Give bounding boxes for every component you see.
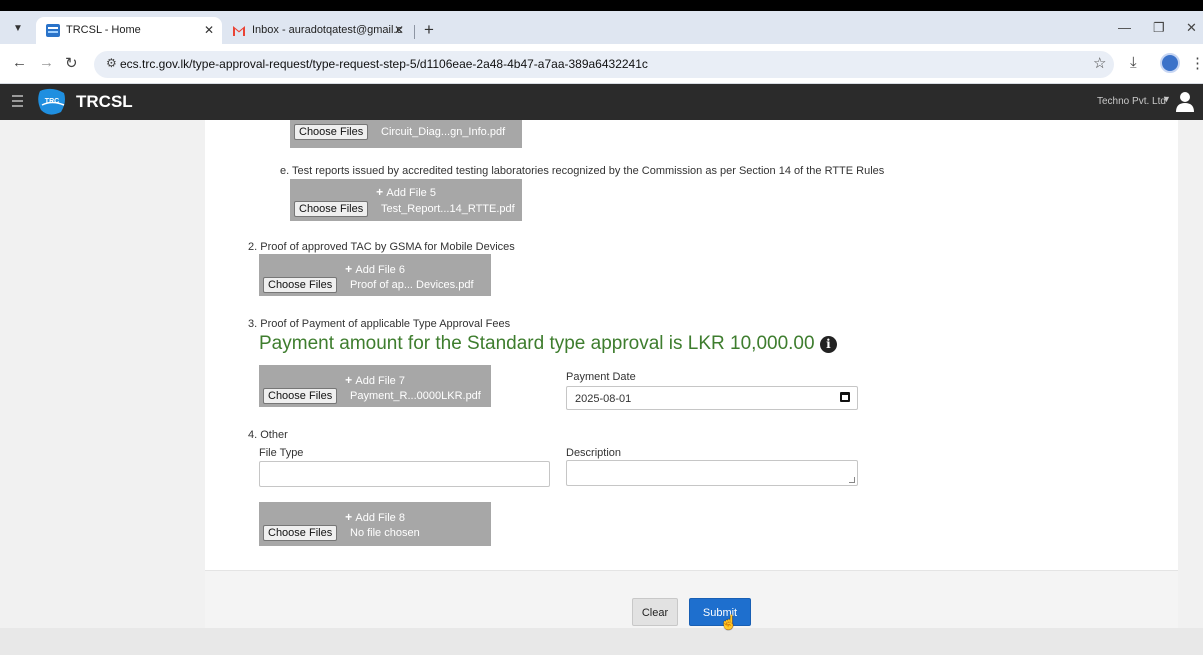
tab-trcsl-home[interactable]: TRCSL - Home ✕ bbox=[36, 17, 222, 44]
choose-files-button[interactable]: Choose Files bbox=[263, 277, 338, 293]
info-icon[interactable]: i bbox=[819, 336, 837, 353]
add-file-6[interactable]: + Add File 6 bbox=[259, 262, 491, 276]
sidebar bbox=[0, 120, 190, 655]
plus-icon: + bbox=[376, 185, 387, 199]
plus-icon: + bbox=[345, 262, 356, 276]
upload-box-4[interactable]: + Add File 8 Choose Files No file chosen bbox=[259, 502, 491, 546]
plus-icon: + bbox=[345, 510, 356, 524]
trcsl-favicon-icon bbox=[46, 24, 60, 37]
restore-icon[interactable]: ❐ bbox=[1153, 20, 1165, 36]
back-arrow-icon[interactable]: ← bbox=[12, 54, 27, 71]
payment-amount-text: Payment amount for the Standard type app… bbox=[259, 333, 837, 355]
label-item-2: 2. Proof of approved TAC by GSMA for Mob… bbox=[248, 241, 515, 253]
choose-files-button[interactable]: Choose Files bbox=[263, 388, 338, 404]
payment-date-label: Payment Date bbox=[566, 371, 636, 383]
description-textarea[interactable] bbox=[566, 460, 858, 486]
upload-box-d[interactable]: Choose Files Circuit_Diag...gn_Info.pdf bbox=[290, 120, 522, 148]
file-name-4: No file chosen bbox=[350, 527, 420, 539]
payment-date-value: 2025-08-01 bbox=[575, 393, 632, 405]
choose-files-button[interactable]: Choose Files bbox=[294, 201, 369, 217]
minimize-icon[interactable]: — bbox=[1118, 20, 1131, 35]
payment-amount-label: Payment amount for the Standard type app… bbox=[259, 333, 815, 354]
site-settings-icon[interactable]: ⚙ bbox=[106, 56, 117, 70]
download-icon[interactable]: ⤓ bbox=[1130, 54, 1137, 71]
bookmark-star-icon[interactable]: ☆ bbox=[1093, 54, 1106, 72]
add-file-label: Add File 6 bbox=[355, 264, 405, 276]
label-item-e: e. Test reports issued by accredited tes… bbox=[280, 165, 885, 177]
tab-separator bbox=[414, 25, 415, 39]
gmail-favicon-icon bbox=[233, 26, 245, 36]
upload-box-2[interactable]: + Add File 6 Choose Files Proof of ap...… bbox=[259, 254, 491, 296]
file-name-2: Proof of ap... Devices.pdf bbox=[350, 279, 474, 291]
caret-down-icon[interactable]: ▼ bbox=[1162, 94, 1171, 104]
tab-title: TRCSL - Home bbox=[66, 24, 141, 36]
browser-tab-strip: ▼ TRCSL - Home ✕ Inbox - auradotqatest@g… bbox=[0, 11, 1203, 44]
reload-icon[interactable]: ↻ bbox=[65, 54, 78, 72]
add-file-label: Add File 7 bbox=[355, 375, 405, 387]
trcsl-logo-icon: TRC bbox=[38, 88, 65, 115]
top-black-bar bbox=[0, 0, 1203, 11]
page-bottom bbox=[0, 628, 1203, 655]
add-file-5[interactable]: + Add File 5 bbox=[290, 185, 522, 199]
tab-close-icon[interactable]: ✕ bbox=[204, 17, 214, 44]
add-file-8[interactable]: + Add File 8 bbox=[259, 510, 491, 524]
description-label: Description bbox=[566, 447, 622, 459]
close-window-icon[interactable]: ✕ bbox=[1186, 20, 1197, 36]
file-type-input[interactable] bbox=[259, 461, 550, 487]
user-icon[interactable] bbox=[1175, 91, 1195, 113]
form-actions: Clear Submit bbox=[205, 570, 1178, 628]
label-item-3: 3. Proof of Payment of applicable Type A… bbox=[248, 318, 511, 330]
url-text: ecs.trc.gov.lk/type-approval-request/typ… bbox=[120, 57, 648, 71]
resize-grip-icon[interactable] bbox=[849, 477, 855, 483]
clear-button[interactable]: Clear bbox=[632, 598, 678, 626]
calendar-icon[interactable] bbox=[840, 392, 850, 402]
plus-icon: + bbox=[345, 373, 356, 387]
company-name[interactable]: Techno Pvt. Ltd bbox=[1097, 96, 1166, 107]
profile-avatar[interactable] bbox=[1160, 53, 1180, 73]
hand-cursor-icon: ☝ bbox=[720, 614, 738, 630]
add-file-7[interactable]: + Add File 7 bbox=[259, 373, 491, 387]
file-name-3: Payment_R...0000LKR.pdf bbox=[350, 390, 481, 402]
tab-gmail-inbox[interactable]: Inbox - auradotqatest@gmail.c ✕ bbox=[222, 17, 412, 44]
upload-box-e[interactable]: + Add File 5 Choose Files Test_Report...… bbox=[290, 179, 522, 221]
add-file-label: Add File 8 bbox=[355, 512, 405, 524]
forward-arrow-icon[interactable]: → bbox=[39, 54, 54, 71]
address-row: ← → ↻ ⚙ ecs.trc.gov.lk/type-approval-req… bbox=[0, 44, 1203, 84]
tab-close-icon[interactable]: ✕ bbox=[394, 17, 404, 44]
tab-search-chevron-icon[interactable]: ▼ bbox=[8, 19, 28, 39]
payment-date-input[interactable]: 2025-08-01 bbox=[566, 386, 858, 410]
choose-files-button[interactable]: Choose Files bbox=[294, 124, 369, 140]
logo-text: TRC bbox=[45, 98, 59, 105]
file-type-label: File Type bbox=[259, 447, 304, 459]
file-name-e: Test_Report...14_RTTE.pdf bbox=[381, 203, 515, 215]
app-header: TRC TRCSL Techno Pvt. Ltd ▼ bbox=[0, 84, 1203, 120]
label-item-4: 4. Other bbox=[248, 429, 288, 441]
file-name-d: Circuit_Diag...gn_Info.pdf bbox=[381, 126, 506, 138]
hamburger-menu-icon[interactable] bbox=[12, 95, 23, 110]
upload-box-3[interactable]: + Add File 7 Choose Files Payment_R...00… bbox=[259, 365, 491, 407]
menu-dots-icon[interactable]: ⋮ bbox=[1190, 54, 1203, 72]
brand-title: TRCSL bbox=[76, 92, 133, 111]
new-tab-plus-icon[interactable]: + bbox=[424, 20, 434, 40]
add-file-label: Add File 5 bbox=[386, 187, 436, 199]
address-bar[interactable]: ⚙ ecs.trc.gov.lk/type-approval-request/t… bbox=[94, 51, 1114, 78]
tab-title: Inbox - auradotqatest@gmail.c bbox=[252, 24, 402, 36]
choose-files-button[interactable]: Choose Files bbox=[263, 525, 338, 541]
